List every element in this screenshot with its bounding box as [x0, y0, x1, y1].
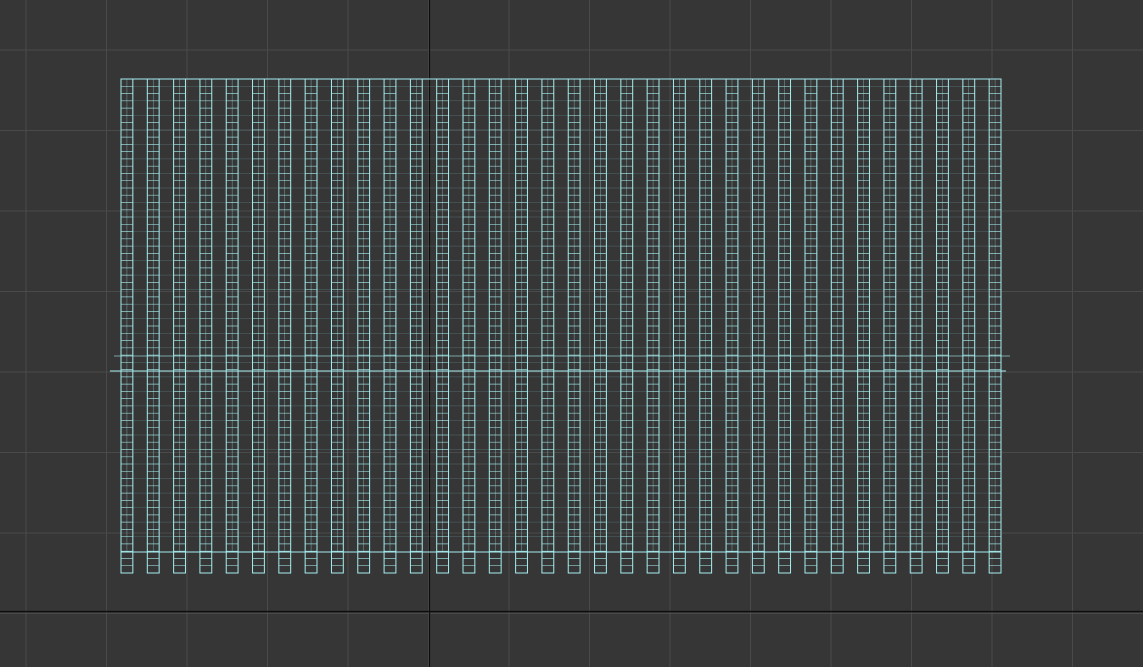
3d-viewport[interactable]: [0, 0, 1143, 667]
viewport-canvas[interactable]: [0, 0, 1143, 667]
